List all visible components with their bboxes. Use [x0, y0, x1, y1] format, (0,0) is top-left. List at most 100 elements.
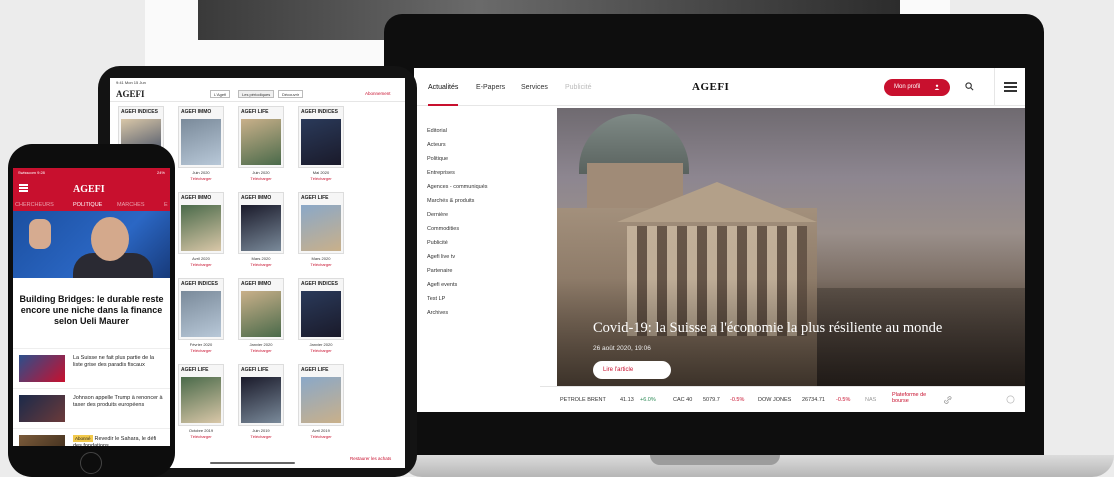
ticker-value: 26734.71 — [802, 397, 825, 403]
menu-item[interactable]: Agences - communiqués — [427, 184, 488, 190]
cover-masthead: AGEFI LIFE — [301, 367, 329, 373]
cover-date: Janvier 2020 — [249, 342, 273, 347]
segment-lagefi[interactable]: L'Agefi — [210, 90, 231, 98]
menu-item[interactable]: Agefi live tv — [427, 254, 455, 260]
cover-date: Mai 2020 — [312, 170, 330, 175]
download-link[interactable]: Télécharger — [298, 262, 344, 267]
phone-status-bar: Swisscom 9:28 24% — [13, 168, 170, 177]
tab-chercheurs[interactable]: CHERCHEURS — [15, 202, 54, 208]
hamburger-menu-icon[interactable] — [19, 184, 28, 192]
magazine-cover[interactable]: AGEFI IMMO — [178, 192, 224, 254]
phone-logo[interactable]: AGEFI — [73, 184, 105, 195]
cover-image — [181, 119, 221, 165]
cover-image — [301, 377, 341, 423]
menu-item[interactable]: Partenaire — [427, 268, 452, 274]
hamburger-menu-icon[interactable] — [994, 68, 1025, 106]
platform-link[interactable]: Plateforme de bourse — [892, 392, 932, 404]
user-icon — [934, 84, 940, 90]
magazine-cover[interactable]: AGEFI LIFE — [298, 192, 344, 254]
read-article-button[interactable]: Lire l'article — [593, 361, 671, 379]
menu-item[interactable]: Publicité — [427, 240, 448, 246]
nav-services[interactable]: Services — [521, 84, 548, 91]
download-link[interactable]: Télécharger — [238, 434, 284, 439]
cover-image — [301, 291, 341, 337]
magazine-cover[interactable]: AGEFI IMMO — [178, 106, 224, 168]
phone-headline[interactable]: Building Bridges: le durable reste encor… — [19, 294, 164, 327]
cover-date: Mars 2020 — [311, 256, 331, 261]
magazine-cover[interactable]: AGEFI IMMO — [238, 192, 284, 254]
download-link[interactable]: Télécharger — [178, 262, 224, 267]
download-link[interactable]: Télécharger — [178, 176, 224, 181]
menu-item[interactable]: Commodities — [427, 226, 459, 232]
link-icon[interactable] — [944, 396, 952, 404]
magazine-cover[interactable]: AGEFI INDICES — [298, 106, 344, 168]
list-item[interactable]: Abonné Revedir le Sahara, le défi des fon… — [13, 428, 170, 446]
cover-image — [181, 291, 221, 337]
phone-hero-image[interactable] — [13, 211, 170, 278]
download-link[interactable]: Télécharger — [238, 262, 284, 267]
ticker-value: 41.13 — [620, 397, 634, 403]
cover-image — [181, 205, 221, 251]
nav-epapers[interactable]: E-Papers — [476, 84, 505, 91]
menu-item[interactable]: Editorial — [427, 128, 447, 134]
section-tabs: CHERCHEURS POLITIQUE MARCHES E — [13, 200, 170, 211]
article-title: Johnson appelle Trump à renoncer à taxer… — [73, 395, 163, 408]
menu-item[interactable]: Entreprises — [427, 170, 455, 176]
tab-politique[interactable]: POLITIQUE — [73, 202, 102, 208]
magazine-cover[interactable]: AGEFI LIFE — [178, 364, 224, 426]
article-thumbnail — [19, 435, 65, 446]
tablet-logo[interactable]: AGEFI — [116, 89, 145, 99]
cover-image — [241, 205, 281, 251]
info-icon[interactable] — [1006, 395, 1015, 404]
magazine-cover[interactable]: AGEFI IMMO — [238, 278, 284, 340]
tab-more[interactable]: E — [164, 202, 168, 208]
cover-masthead: AGEFI INDICES — [301, 109, 338, 115]
profile-button[interactable]: Mon profil — [884, 79, 950, 96]
segment-decouvrir[interactable]: Découvrir — [278, 90, 304, 98]
magazine-cover[interactable]: AGEFI LIFE — [238, 106, 284, 168]
download-link[interactable]: Télécharger — [178, 348, 224, 353]
cover-date: Janvier 2020 — [309, 342, 333, 347]
segment-periodiques[interactable]: Les périodiques — [238, 90, 275, 98]
menu-item[interactable]: Acteurs — [427, 142, 446, 148]
cover-image — [241, 377, 281, 423]
phone-home-button[interactable] — [80, 452, 102, 474]
magazine-cover[interactable]: AGEFI LIFE — [238, 364, 284, 426]
site-logo[interactable]: AGEFI — [692, 81, 729, 93]
ticker-change: -0.5% — [730, 397, 745, 403]
cover-masthead: AGEFI INDICES — [181, 281, 218, 287]
menu-item[interactable]: Marchés & produits — [427, 198, 474, 204]
menu-item[interactable]: Test LP — [427, 296, 445, 302]
magazine-cover[interactable]: AGEFI INDICES — [298, 278, 344, 340]
download-link[interactable]: Télécharger — [178, 434, 224, 439]
laptop-notch — [650, 455, 780, 465]
magazine-cover[interactable]: AGEFI INDICES — [178, 278, 224, 340]
menu-item[interactable]: Politique — [427, 156, 448, 162]
nav-actualites[interactable]: Actualités — [428, 84, 458, 91]
article-title: Abonné Revedir le Sahara, le défi des fon… — [73, 435, 165, 446]
hero-date: 26 août 2020, 19:06 — [593, 345, 651, 352]
list-item[interactable]: Johnson appelle Trump à renoncer à taxer… — [13, 388, 170, 428]
download-link[interactable]: Télécharger — [298, 434, 344, 439]
download-link[interactable]: Télécharger — [238, 176, 284, 181]
cover-image — [181, 377, 221, 423]
tab-marches[interactable]: MARCHES — [117, 202, 145, 208]
ticker-value: 5079.7 — [703, 397, 720, 403]
hero-title[interactable]: Covid-19: la Suisse a l'économie la plus… — [593, 320, 1013, 337]
list-item[interactable]: La Suisse ne fait plus partie de la list… — [13, 348, 170, 388]
nav-publicite[interactable]: Publicité — [565, 84, 591, 91]
tablet-home-indicator — [210, 462, 295, 464]
ticker-name: CAC 40 — [673, 397, 693, 403]
download-link[interactable]: Télécharger — [238, 348, 284, 353]
menu-item[interactable]: Dernière — [427, 212, 448, 218]
status-carrier-time: Swisscom 9:28 — [18, 170, 45, 175]
menu-item[interactable]: Archives — [427, 310, 448, 316]
download-link[interactable]: Télécharger — [298, 348, 344, 353]
cover-masthead: AGEFI LIFE — [181, 367, 209, 373]
subscribe-link[interactable]: Abonnement — [365, 91, 391, 96]
search-icon[interactable] — [965, 82, 974, 91]
restore-purchases-link[interactable]: Restaurer les achats — [350, 456, 391, 461]
magazine-cover[interactable]: AGEFI LIFE — [298, 364, 344, 426]
download-link[interactable]: Télécharger — [298, 176, 344, 181]
menu-item[interactable]: Agefi events — [427, 282, 457, 288]
